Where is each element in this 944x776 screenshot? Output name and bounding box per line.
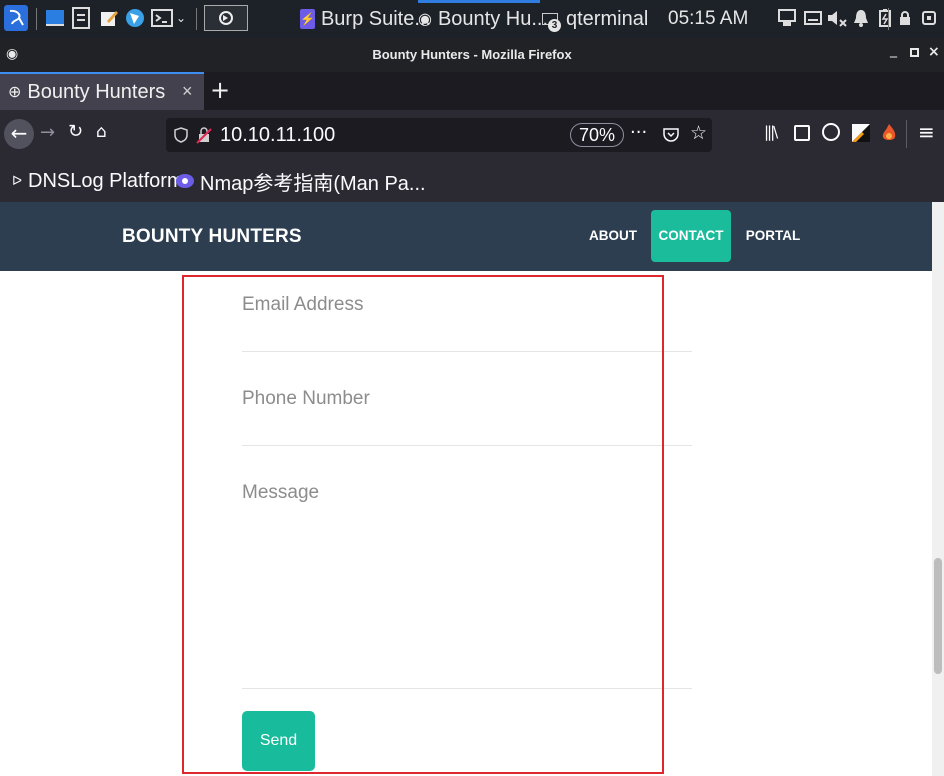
bookmark-label: Nmap参考指南(Man Pa... [200,172,426,195]
window-count-badge: 3 [548,19,561,32]
close-icon[interactable]: × [928,44,940,60]
logout-icon[interactable] [918,5,940,31]
zoom-level[interactable]: 70% [570,123,625,147]
tab-bounty-hunters[interactable]: ⊕ Bounty Hunters × [0,72,204,110]
bookmark-star-icon[interactable]: ☆ [690,122,707,144]
task-burp-suite[interactable]: ⚡ Burp Suite... [300,0,431,38]
network-icon[interactable] [776,5,798,31]
show-desktop-icon[interactable] [44,5,66,31]
task-label: Bounty Hu... [437,7,549,30]
minimize-icon[interactable]: _ [890,42,897,58]
battery-icon[interactable] [874,5,896,31]
bookmark-nmap[interactable]: Nmap参考指南(Man Pa... [176,160,426,202]
account-icon[interactable] [822,123,840,141]
nav-contact[interactable]: CONTACT [651,210,731,262]
navigation-toolbar: ← → ↻ ⌂ 10.10.11.100 70% ··· ☆ |||\ ≡ [0,110,944,160]
page-content: BOUNTY HUNTERS ABOUT CONTACT PORTAL Emai… [0,202,932,776]
kali-menu-icon[interactable] [4,5,28,31]
page-actions-icon[interactable]: ··· [630,122,647,143]
terminal-icon: 3 [542,9,561,32]
scrollbar-thumb[interactable] [934,558,942,674]
site-brand[interactable]: BOUNTY HUNTERS [122,202,302,271]
window-title: Bounty Hunters - Mozilla Firefox [372,47,572,62]
library-icon[interactable]: |||\ [764,123,778,141]
taskbar-separator [888,8,889,30]
forward-icon[interactable]: → [40,122,55,143]
close-tab-icon[interactable]: × [182,81,193,102]
clock[interactable]: 05:15 AM [668,0,748,38]
lock-screen-icon[interactable] [894,5,916,31]
terminal-launcher-icon[interactable] [150,5,174,31]
file-manager-icon[interactable] [70,5,92,31]
taskbar-separator [36,8,37,30]
maximize-icon[interactable] [910,48,919,57]
browser-launcher-icon[interactable] [124,5,146,31]
site-navbar: BOUNTY HUNTERS ABOUT CONTACT PORTAL [0,202,932,271]
page-scrollbar[interactable] [932,202,944,776]
bookmarks-toolbar: ᐅ DNSLog Platform Nmap参考指南(Man Pa... [0,160,944,202]
url-bar[interactable]: 10.10.11.100 70% ··· ☆ [166,118,712,152]
bookmark-dnslog[interactable]: ᐅ DNSLog Platform [12,160,184,202]
firefox-launcher-icon[interactable] [204,5,248,31]
sidebar-icon[interactable] [794,125,810,141]
keyboard-icon[interactable] [802,5,824,31]
new-tab-icon[interactable]: + [210,76,230,104]
url-text[interactable]: 10.10.11.100 [220,118,335,152]
hackbar-extension-icon[interactable] [880,123,898,147]
home-icon[interactable]: ⌂ [96,122,107,142]
back-icon[interactable]: ← [4,119,34,149]
nav-about[interactable]: ABOUT [584,210,642,262]
taskbar-separator [196,8,197,30]
globe-icon: ⊕ [8,84,22,101]
pocket-icon[interactable] [662,126,680,148]
tab-strip: ⊕ Bounty Hunters × + [0,72,944,110]
insecure-lock-icon[interactable] [196,126,212,148]
window-titlebar[interactable]: ◉ Bounty Hunters - Mozilla Firefox _ × [0,38,944,72]
hamburger-menu-icon[interactable]: ≡ [918,120,935,144]
task-qterminal[interactable]: 3 qterminal [542,0,652,38]
nmap-eye-icon [176,174,194,188]
notification-bell-icon[interactable] [850,5,872,31]
burp-suite-icon: ⚡ [300,9,315,29]
reload-icon[interactable]: ↻ [68,121,83,142]
highlight-annotation-box [182,275,664,774]
dnslog-icon: ᐅ [12,173,22,188]
task-label: qterminal [566,7,649,30]
bookmark-label: DNSLog Platform [28,169,184,192]
firefox-icon: ◉ [418,11,432,28]
wappalyzer-extension-icon[interactable] [852,124,870,142]
toolbar-separator [906,120,907,148]
task-label: Burp Suite... [320,7,432,30]
task-bounty-hunters[interactable]: ◉ Bounty Hu... [418,0,548,38]
volume-muted-icon[interactable] [826,5,848,31]
desktop-taskbar: ⌄ ⚡ Burp Suite... ◉ Bounty Hu... 3 qterm… [0,0,944,38]
shield-icon[interactable] [174,127,188,147]
nav-portal[interactable]: PORTAL [742,210,804,262]
text-editor-icon[interactable] [98,5,120,31]
tab-title: Bounty Hunters [27,80,166,103]
chevron-down-icon[interactable]: ⌄ [174,5,188,31]
